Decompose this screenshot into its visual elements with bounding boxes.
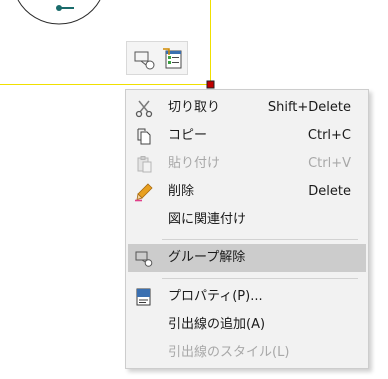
- copy-icon: [134, 126, 154, 146]
- menu-item-link-to-figure[interactable]: 図に関連付け: [128, 206, 366, 234]
- menu-item-delete[interactable]: 削除 Delete: [128, 178, 366, 206]
- menu-item-copy[interactable]: コピー Ctrl+C: [128, 122, 366, 150]
- menu-item-label: コピー: [168, 128, 208, 143]
- paste-icon: [134, 154, 154, 174]
- menu-item-cut[interactable]: 切り取り Shift+Delete: [128, 94, 366, 122]
- menu-item-label: 貼り付け: [168, 156, 221, 171]
- menu-item-label: プロパティ(P)...: [168, 289, 263, 304]
- menu-item-paste[interactable]: 貼り付け Ctrl+V: [128, 150, 366, 178]
- resize-handle[interactable]: [206, 80, 215, 89]
- circle-shape[interactable]: [17, 0, 101, 25]
- ungroup-icon: [134, 248, 154, 268]
- menu-item-add-leader[interactable]: 引出線の追加(A): [128, 311, 366, 339]
- pencil-icon: [134, 182, 154, 202]
- scissors-icon: [134, 98, 154, 118]
- menu-item-shortcut: Ctrl+C: [307, 128, 351, 143]
- menu-item-label: 図に関連付け: [168, 212, 247, 227]
- menu-item-label: 切り取り: [168, 100, 221, 115]
- context-menu: 切り取り Shift+Delete コピー Ctrl+C 貼り付け Ctrl+V: [125, 89, 369, 369]
- menu-item-leader-style[interactable]: 引出線のスタイル(L): [128, 339, 366, 367]
- mini-toolbar: [126, 41, 188, 75]
- menu-item-label: 引出線の追加(A): [168, 317, 266, 332]
- menu-item-label: グループ解除: [168, 250, 246, 265]
- menu-item-shortcut: Shift+Delete: [267, 100, 351, 115]
- menu-item-properties[interactable]: プロパティ(P)...: [128, 283, 366, 311]
- mini-format-button[interactable]: [160, 46, 186, 72]
- menu-separator: [162, 278, 358, 279]
- ungroup-icon: [134, 51, 155, 70]
- format-list-icon: [163, 48, 182, 69]
- menu-separator: [162, 239, 358, 240]
- menu-item-ungroup[interactable]: グループ解除: [128, 244, 366, 272]
- menu-item-label: 削除: [168, 184, 195, 199]
- mini-ungroup-button[interactable]: [132, 46, 158, 72]
- menu-item-label: 引出線のスタイル(L): [168, 345, 290, 360]
- properties-icon: [134, 287, 154, 307]
- menu-item-shortcut: Delete: [308, 184, 351, 199]
- menu-item-shortcut: Ctrl+V: [308, 156, 351, 171]
